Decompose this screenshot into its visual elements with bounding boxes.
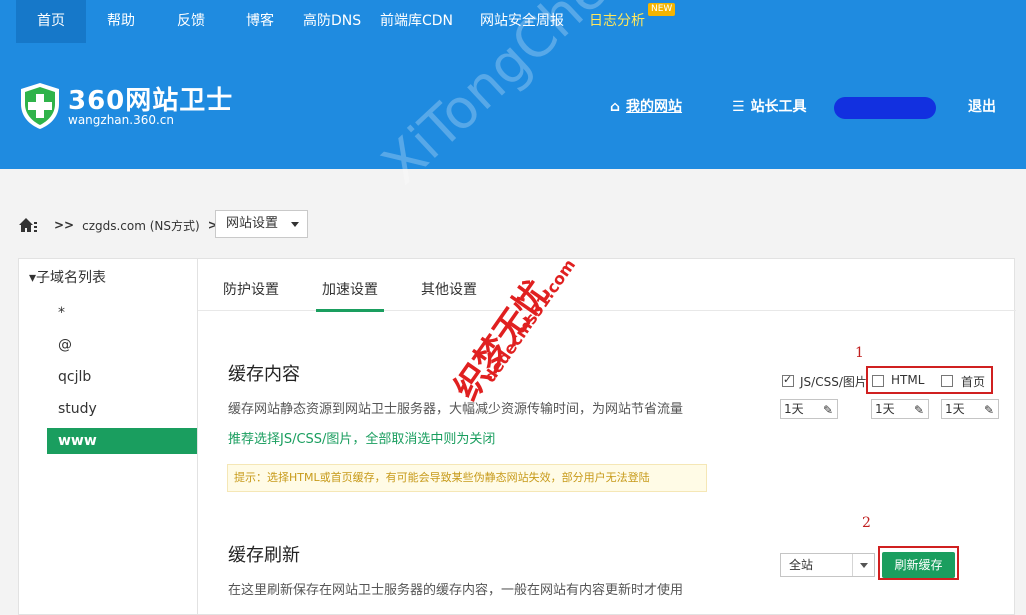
- site-settings-select[interactable]: 网站设置: [215, 210, 308, 238]
- refresh-scope-value: 全站: [789, 558, 814, 572]
- topnav-home[interactable]: 首页: [16, 0, 86, 43]
- home-icon: ⌂: [610, 99, 621, 115]
- logo-subtitle: wangzhan.360.cn: [68, 113, 174, 127]
- user-avatar-redacted[interactable]: [834, 97, 936, 119]
- edit-pencil-icon[interactable]: ✎: [823, 401, 833, 419]
- js-css-img-checkbox[interactable]: [782, 373, 794, 387]
- subdomain-item[interactable]: *: [47, 300, 197, 326]
- subdomain-item[interactable]: qcjlb: [47, 364, 197, 390]
- breadcrumb-domain[interactable]: czgds.com (NS方式): [82, 217, 200, 234]
- annotation-box-1: [866, 366, 993, 394]
- homepage-cache-days-input[interactable]: 1天 ✎: [941, 399, 999, 419]
- home-menu-icon[interactable]: [18, 217, 38, 233]
- annotation-number-1: 1: [855, 345, 864, 361]
- cache-warning-tip: 提示：选择HTML或首页缓存，有可能会导致某些伪静态网站失效，部分用户无法登陆: [227, 464, 707, 492]
- js-cache-days-input[interactable]: 1天 ✎: [780, 399, 838, 419]
- topnav-frontend-cdn[interactable]: 前端库CDN: [380, 0, 453, 43]
- topnav-log-analysis[interactable]: 日志分析: [589, 0, 645, 43]
- topnav-security-weekly[interactable]: 网站安全周报: [480, 0, 564, 43]
- settings-tabs: 防护设置 加速设置 其他设置: [198, 259, 1016, 312]
- top-navigation: 首页 帮助 反馈 博客 高防DNS 前端库CDN 网站安全周报 日志分析 NEW: [0, 0, 1026, 43]
- annotation-box-2: [878, 546, 959, 580]
- cache-refresh-title: 缓存刷新: [228, 545, 300, 566]
- subdomain-item[interactable]: study: [47, 396, 197, 422]
- tab-other[interactable]: 其他设置: [421, 279, 477, 299]
- breadcrumb: >> czgds.com (NS方式) >>: [18, 212, 236, 238]
- topnav-blog[interactable]: 博客: [246, 0, 274, 43]
- site-settings-value: 网站设置: [226, 216, 279, 231]
- annotation-number-2: 2: [862, 515, 871, 531]
- caret-down-icon: [291, 222, 299, 227]
- tab-protection[interactable]: 防护设置: [223, 279, 279, 299]
- topnav-help[interactable]: 帮助: [107, 0, 135, 43]
- breadcrumb-separator: >>: [54, 218, 75, 232]
- menu-icon: ☰: [732, 99, 745, 115]
- js-css-img-label: JS/CSS/图片: [800, 375, 867, 389]
- my-site-link[interactable]: ⌂ 我的网站: [610, 97, 682, 117]
- cache-refresh-desc: 在这里刷新保存在网站卫士服务器的缓存内容，一般在网站有内容更新时才使用: [228, 583, 684, 598]
- topnav-feedback[interactable]: 反馈: [177, 0, 205, 43]
- webmaster-tools-link[interactable]: ☰ 站长工具: [732, 97, 807, 117]
- refresh-scope-select[interactable]: 全站: [780, 553, 875, 577]
- subdomain-sidebar: ▾子域名列表 * @ qcjlb study www: [18, 258, 198, 615]
- edit-pencil-icon[interactable]: ✎: [914, 401, 924, 419]
- tab-acceleration[interactable]: 加速设置: [316, 279, 384, 312]
- cache-recommend-text: 推荐选择JS/CSS/图片，全部取消选中则为关闭: [228, 432, 496, 447]
- shield-logo-icon: [21, 83, 59, 129]
- logout-link[interactable]: 退出: [968, 97, 996, 117]
- html-cache-days-input[interactable]: 1天 ✎: [871, 399, 929, 419]
- subdomain-item[interactable]: @: [47, 332, 197, 358]
- caret-down-icon: [852, 554, 874, 576]
- webmaster-tools-label: 站长工具: [750, 99, 807, 115]
- subdomain-item-active[interactable]: www: [47, 428, 197, 454]
- edit-pencil-icon[interactable]: ✎: [984, 401, 994, 419]
- subdomain-list-title[interactable]: ▾子域名列表: [29, 267, 106, 287]
- logo-title[interactable]: 360网站卫士: [68, 86, 233, 116]
- my-site-label: 我的网站: [626, 99, 683, 115]
- cache-content-title: 缓存内容: [228, 364, 300, 385]
- cache-content-desc: 缓存网站静态资源到网站卫士服务器，大幅减少资源传输时间，为网站节省流量: [228, 402, 684, 417]
- new-badge: NEW: [648, 3, 676, 16]
- topnav-ddos-dns[interactable]: 高防DNS: [303, 0, 361, 43]
